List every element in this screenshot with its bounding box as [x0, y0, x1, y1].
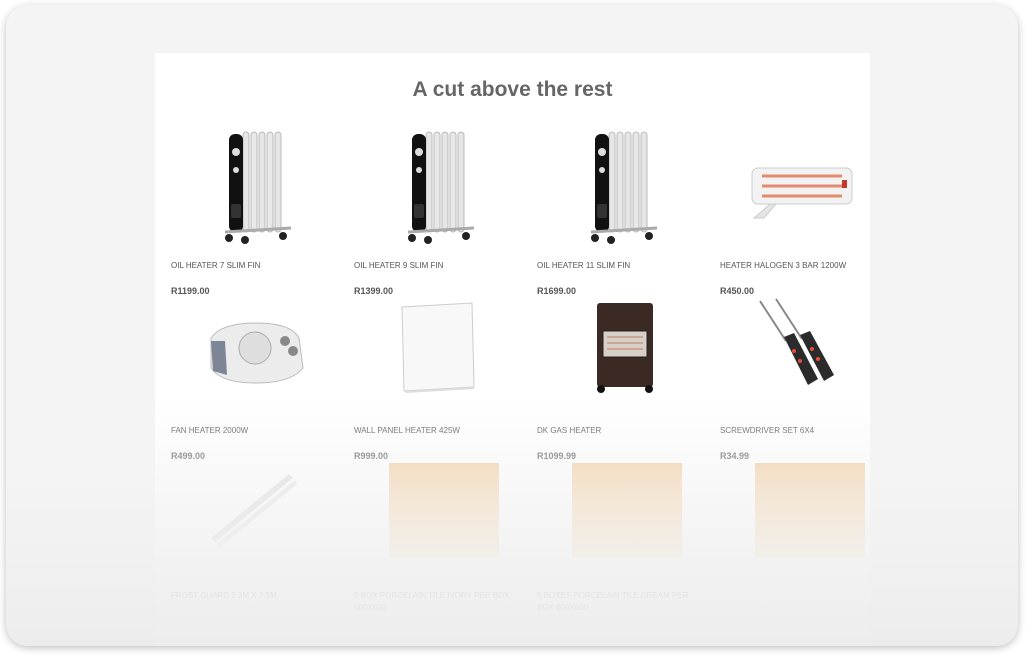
product-name[interactable]: DK GAS HEATER — [537, 425, 707, 437]
product-name[interactable]: HEATER HALOGEN 3 BAR 1200W — [720, 260, 890, 272]
browser-frame: A cut above the rest OIL HEATER 7 SLIM F… — [6, 5, 1018, 646]
screwdriver-set-image — [759, 298, 834, 385]
product-name[interactable]: OIL HEATER 7 SLIM FIN — [171, 260, 341, 272]
oil-heater-image — [407, 131, 475, 244]
product-name[interactable]: OIL HEATER 9 SLIM FIN — [354, 260, 524, 272]
product-name[interactable]: SCREWDRIVER SET 6X4 — [720, 425, 890, 437]
product-name[interactable]: FROST GUARD 2.3M X 7.3M — [171, 590, 341, 602]
tile-image — [572, 463, 682, 558]
product-card[interactable]: 5 BOXES PORCELAIN TILE CREAM PER BOX 600… — [537, 458, 707, 646]
oil-heater-image — [590, 131, 658, 244]
tile-image — [755, 463, 865, 558]
product-name[interactable]: 5 BOX PORCELAIN TILE IVORY PER BOX 600X6… — [354, 590, 524, 614]
frost-guard-image — [211, 474, 297, 548]
product-card[interactable] — [720, 458, 890, 646]
gas-heater-image — [597, 303, 653, 393]
section-title: A cut above the rest — [412, 78, 613, 101]
fan-heater-image — [210, 322, 304, 384]
product-section: A cut above the rest OIL HEATER 7 SLIM F… — [155, 53, 870, 646]
tile-image — [389, 463, 499, 558]
halogen-heater-image — [751, 167, 853, 219]
product-name[interactable]: FAN HEATER 2000W — [171, 425, 341, 437]
product-card[interactable]: FROST GUARD 2.3M X 7.3M — [171, 458, 341, 646]
product-name[interactable]: 5 BOXES PORCELAIN TILE CREAM PER BOX 600… — [537, 590, 707, 614]
product-name[interactable]: WALL PANEL HEATER 425W — [354, 425, 524, 437]
product-card[interactable]: 5 BOX PORCELAIN TILE IVORY PER BOX 600X6… — [354, 458, 524, 646]
product-name[interactable]: OIL HEATER 11 SLIM FIN — [537, 260, 707, 272]
oil-heater-image — [224, 131, 292, 244]
wall-panel-heater-image — [401, 302, 475, 393]
